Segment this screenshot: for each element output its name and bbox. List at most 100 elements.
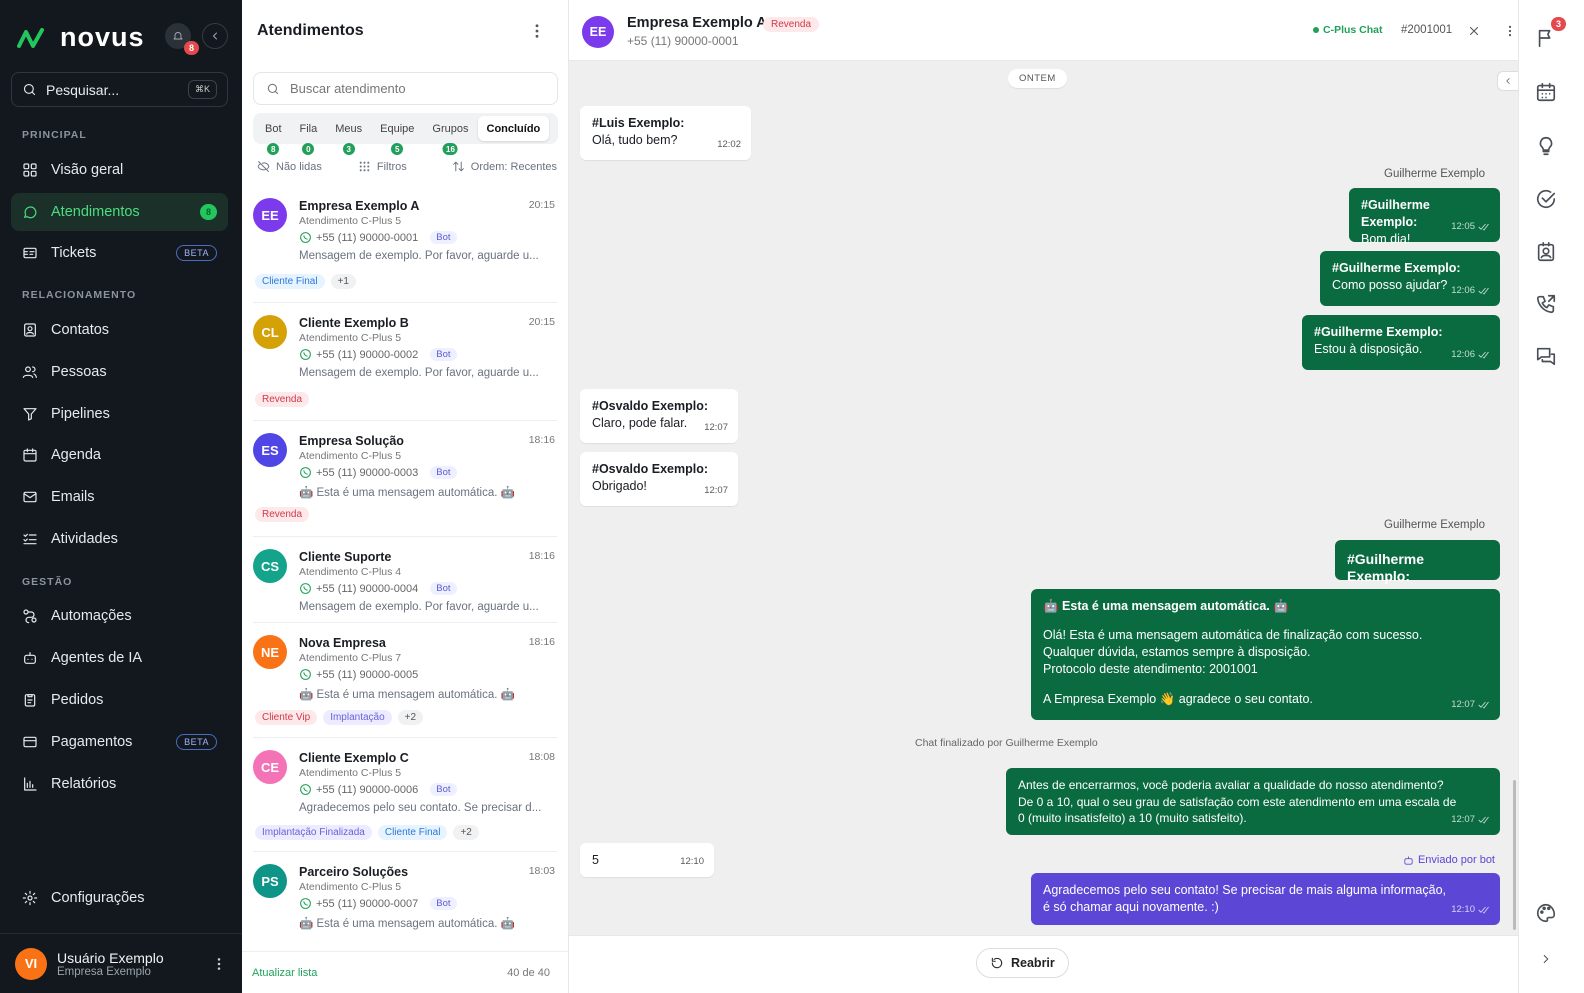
filters-label: Filtros [376,160,407,173]
conversation-item[interactable]: CE Cliente Exemplo C 18:08 Atendimento C… [253,738,557,852]
expand-details-button[interactable] [1497,71,1519,91]
nav-contatos[interactable]: Contatos [11,311,228,349]
palette-icon[interactable] [1535,902,1557,924]
user-profile[interactable]: VI Usuário Exemplo Empresa Exemplo [0,933,242,993]
tab-grupos[interactable]: Grupos 16 [423,116,477,155]
conversation-item[interactable]: NE Nova Empresa 18:16 Atendimento C-Plus… [253,623,557,738]
contact-phone-row: +55 (11) 90000-0004 Bot [299,582,457,595]
phone-transfer-icon[interactable] [1535,293,1557,315]
nav-tickets[interactable]: Tickets BETA [11,234,228,272]
nav-emails[interactable]: Emails [11,478,228,516]
tab-count: 5 [391,143,404,155]
contact-name: Cliente Exemplo B [299,316,409,330]
notifications-button[interactable]: 8 [165,23,199,55]
beta-badge: BETA [176,245,217,261]
message-time: 12:10 [1451,904,1475,915]
chevron-right-icon[interactable] [1539,952,1553,966]
tab-fila[interactable]: Fila 0 [291,116,327,155]
tab-label: Concluído [486,122,541,135]
nav-count-badge: 8 [199,204,217,220]
conversation-item[interactable]: CS Cliente Suporte 18:16 Atendimento C-P… [253,537,557,623]
tag: Revenda [255,392,310,407]
message-time-row: 12:06 [1451,282,1490,299]
contact-phone: +55 (11) 90000-0001 [316,231,419,244]
robot-icon [1404,855,1413,865]
search-icon [23,83,36,96]
unread-label: Não lidas [276,160,322,173]
contact-avatar: CS [253,549,287,583]
messages-icon[interactable] [1535,345,1557,367]
nav-atendimentos[interactable]: Atendimentos 8 [11,193,228,231]
chat-scrollbar[interactable] [1513,780,1516,930]
nav-visao-geral[interactable]: Visão geral [11,151,228,189]
refresh-list-link[interactable]: Atualizar lista [252,967,317,979]
contact-card-icon[interactable] [1535,241,1557,263]
sidebar: novus 8 Pesquisar... ⌘K PRINCIPAL Visão … [0,0,242,993]
nav-agentes-ia[interactable]: Agentes de IA [11,639,228,677]
chat-contact-name[interactable]: Empresa Exemplo A [627,15,767,31]
order-button[interactable]: Ordem: Recentes [452,160,557,173]
brand-logo[interactable]: novus [16,22,145,53]
message-outgoing: #Guilherme Exemplo: Como posso ajudar? 1… [1320,251,1500,306]
calendar-icon[interactable] [1535,81,1557,103]
reopen-button[interactable]: Reabrir [976,948,1069,978]
chat-panel: EE Empresa Exemplo A +55 (11) 90000-0001… [569,0,1519,993]
credit-card-icon [23,736,37,748]
conversation-channel: Atendimento C-Plus 5 [299,881,402,893]
search-icon [267,83,279,94]
tab-meus[interactable]: Meus 3 [326,116,371,155]
more-vertical-icon[interactable] [1503,24,1517,38]
tab-label: Equipe [380,122,415,135]
conversation-item[interactable]: EE Empresa Exemplo A 20:15 Atendimento C… [253,186,557,303]
conversation-item[interactable]: CL Cliente Exemplo B 20:15 Atendimento C… [253,303,557,421]
nav-pipelines[interactable]: Pipelines [11,395,228,433]
beta-badge: BETA [176,734,217,750]
nav-configuracoes[interactable]: Configurações [11,879,228,917]
tab-equipe[interactable]: Equipe 5 [371,116,423,155]
nav-automacoes[interactable]: Automações [11,597,228,635]
contact-avatar: EE [253,198,287,232]
flag-icon[interactable] [1535,27,1557,49]
message-text: Olá, tudo bem? [592,133,678,147]
close-icon[interactable] [1467,24,1481,38]
double-check-icon [1478,906,1489,914]
global-search[interactable]: Pesquisar... ⌘K [11,72,228,107]
nav-atividades[interactable]: Atividades [11,520,228,558]
more-vertical-icon[interactable] [211,956,227,972]
tab-concluido[interactable]: Concluído [477,116,550,141]
conversation-channel: Atendimento C-Plus 5 [299,215,402,227]
nav-relatorios[interactable]: Relatórios [11,765,228,803]
conversation-item[interactable]: ES Empresa Solução 18:16 Atendimento C-P… [253,421,557,537]
conversation-time: 18:16 [528,434,555,446]
conversation-search-input[interactable]: Buscar atendimento [253,72,558,105]
whatsapp-icon [300,669,311,680]
check-circle-icon[interactable] [1535,188,1557,210]
filters-button[interactable]: Filtros [358,160,407,173]
tab-bot[interactable]: Bot 8 [256,116,291,155]
tag-list: Implantação Finalizada Cliente Final +2 [255,825,479,840]
message-title: 🤖 Esta é uma mensagem automática. 🤖 [1043,599,1289,613]
lightbulb-icon[interactable] [1535,135,1557,157]
contact-phone: +55 (11) 90000-0005 [316,668,419,681]
chat-contact-phone: +55 (11) 90000-0001 [627,34,739,48]
message-outgoing-automatic: 🤖 Esta é uma mensagem automática. 🤖 Olá!… [1031,589,1500,720]
conversation-item[interactable]: PS Parceiro Soluções 18:03 Atendimento C… [253,852,557,940]
nav-pedidos[interactable]: Pedidos [11,681,228,719]
contact-phone-row: +55 (11) 90000-0003 Bot [299,466,457,479]
tab-count: 3 [342,143,355,155]
message-time: 12:10 [680,856,704,867]
people-icon [22,366,37,378]
collapse-sidebar-button[interactable] [202,23,228,49]
conversation-channel: Atendimento C-Plus 4 [299,566,402,578]
nav-pagamentos[interactable]: Pagamentos BETA [11,723,228,761]
tag: Cliente Final [377,825,448,840]
contact-avatar: CL [253,315,287,349]
nav-pessoas[interactable]: Pessoas [11,353,228,391]
more-vertical-icon[interactable] [528,22,546,40]
message-text: Como posso ajudar? [1332,278,1448,292]
list-footer: Atualizar lista 40 de 40 [242,951,568,993]
nav-agenda[interactable]: Agenda [11,436,228,474]
unread-filter[interactable]: Não lidas [257,160,322,173]
message-text: Claro, pode falar. [592,416,688,430]
order-label: Ordem: Recentes [470,160,557,173]
